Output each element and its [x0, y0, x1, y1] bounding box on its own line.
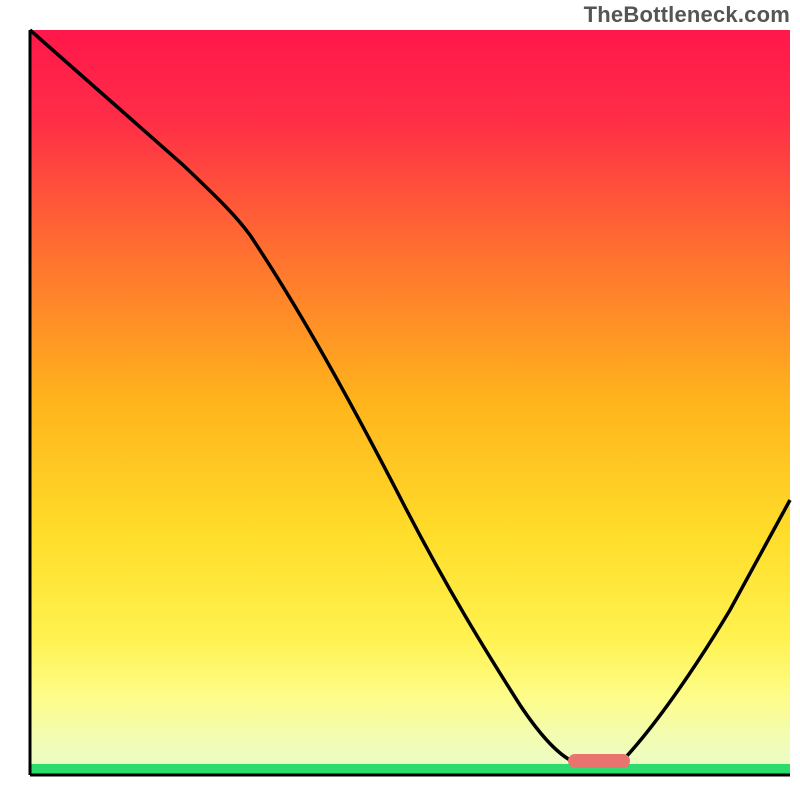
- bottleneck-chart-svg: [0, 0, 800, 800]
- optimal-range-pill: [568, 754, 630, 768]
- chart-ground-strip: [30, 764, 790, 774]
- watermark-text: TheBottleneck.com: [584, 2, 790, 28]
- chart-gradient-bg: [30, 30, 790, 772]
- chart-container: TheBottleneck.com: [0, 0, 800, 800]
